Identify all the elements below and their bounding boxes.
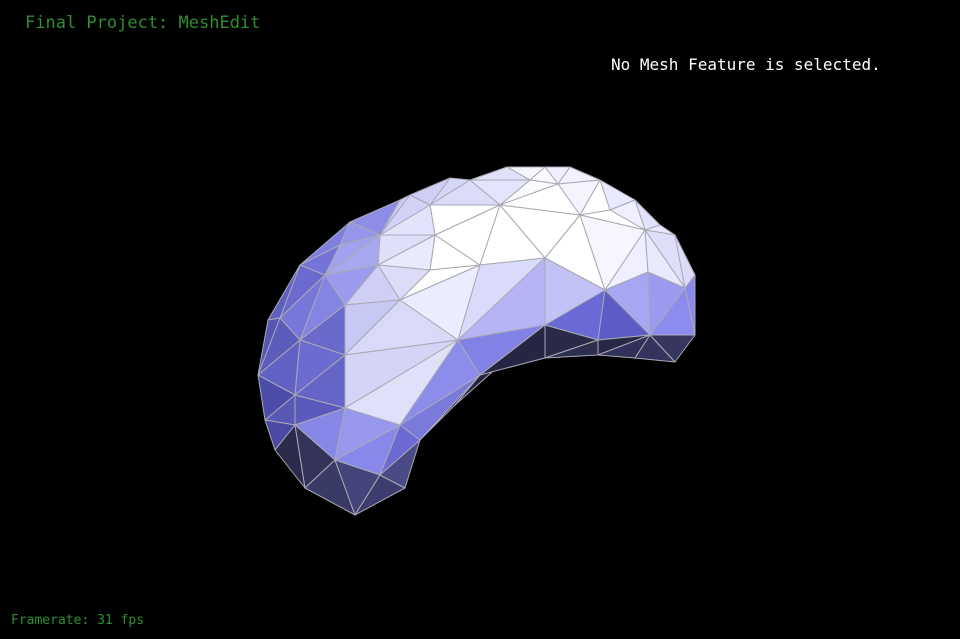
framerate-readout: Framerate: 31 fps [11, 613, 145, 628]
mesh-render[interactable] [0, 0, 960, 639]
mesh-viewport[interactable]: Final Project: MeshEdit No Mesh Feature … [0, 0, 960, 639]
